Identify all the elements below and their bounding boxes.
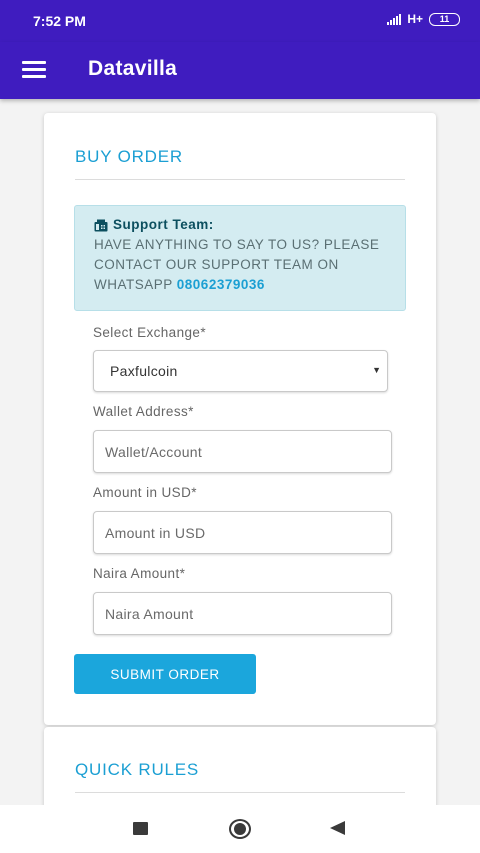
- circle-home-icon[interactable]: [229, 819, 251, 839]
- network-type: H+: [407, 12, 423, 26]
- exchange-select[interactable]: Paxfulcoin ▼: [93, 350, 388, 392]
- exchange-selected-value: Paxfulcoin: [110, 363, 178, 379]
- exchange-label: Select Exchange*: [93, 325, 206, 340]
- wallet-address-input[interactable]: [93, 430, 392, 473]
- divider: [75, 792, 405, 793]
- system-nav-bar: [0, 805, 480, 853]
- battery-level: 11: [439, 14, 450, 24]
- fax-icon: [94, 219, 108, 231]
- caret-down-icon: ▼: [372, 365, 381, 375]
- amount-usd-input[interactable]: [93, 511, 392, 554]
- support-alert: Support Team: HAVE ANYTHING TO SAY TO US…: [74, 205, 406, 311]
- submit-order-button[interactable]: SUBMIT ORDER: [74, 654, 256, 694]
- hamburger-menu-icon[interactable]: [22, 61, 46, 79]
- square-recents-icon[interactable]: [133, 822, 148, 835]
- divider: [75, 179, 405, 180]
- signal-icon: [387, 13, 402, 25]
- triangle-back-icon[interactable]: [330, 821, 345, 835]
- status-bar: 7:52 PM H+ 11: [0, 0, 480, 42]
- buy-order-title: BUY ORDER: [75, 147, 183, 166]
- status-indicators: H+ 11: [387, 12, 460, 26]
- naira-amount-label: Naira Amount*: [93, 566, 186, 581]
- naira-amount-input[interactable]: [93, 592, 392, 635]
- amount-usd-label: Amount in USD*: [93, 485, 197, 500]
- wallet-label: Wallet Address*: [93, 404, 194, 419]
- whatsapp-number-link[interactable]: 08062379036: [177, 277, 265, 292]
- app-title: Datavilla: [88, 57, 178, 80]
- battery-icon: 11: [429, 12, 460, 26]
- alert-heading-row: Support Team:: [94, 215, 386, 235]
- quick-rules-title: QUICK RULES: [75, 760, 200, 779]
- status-time: 7:52 PM: [33, 13, 86, 29]
- alert-heading: Support Team:: [113, 217, 214, 232]
- app-bar: Datavilla: [0, 42, 480, 99]
- alert-body: HAVE ANYTHING TO SAY TO US? PLEASE CONTA…: [94, 235, 386, 295]
- buy-order-card: BUY ORDER Support Team: HAVE ANYTHING TO…: [44, 113, 436, 725]
